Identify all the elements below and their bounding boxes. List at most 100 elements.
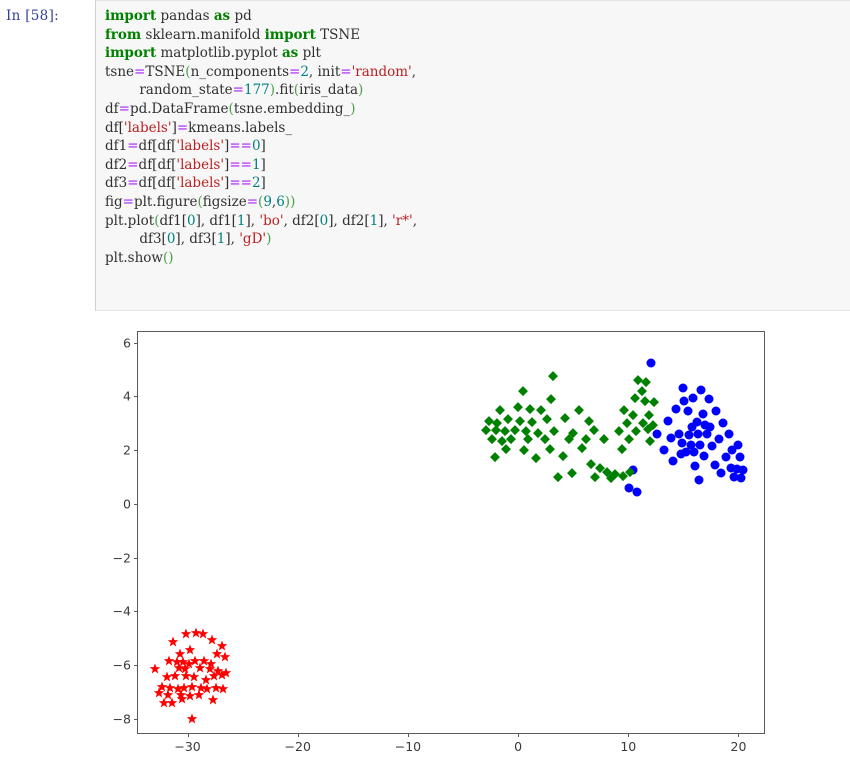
scatter-point-df3 — [501, 444, 511, 454]
scatter-point-df3 — [546, 394, 556, 404]
notebook-code-cell[interactable]: In [58]: import pandas as pd from sklearn… — [0, 0, 850, 312]
scatter-point-df3 — [527, 417, 538, 427]
code-token: df2 — [105, 156, 128, 173]
code-token: 0 — [319, 212, 329, 229]
y-axis-tick — [134, 342, 138, 344]
code-token: = — [232, 82, 244, 99]
code-token: , init — [308, 63, 341, 80]
scatter-point-df3 — [490, 452, 500, 462]
scatter-point-df1 — [687, 422, 697, 432]
scatter-point-df3 — [517, 386, 528, 396]
code-token: import — [105, 8, 157, 24]
code-token: iris_data — [299, 82, 358, 99]
scatter-point-df1 — [696, 385, 706, 395]
y-axis-tick-label: −2 — [112, 550, 131, 566]
code-token: pd — [230, 8, 252, 24]
code-token: = — [134, 63, 146, 80]
scatter-point-df3 — [648, 397, 659, 407]
x-axis-tick — [518, 733, 520, 737]
scatter-point-df2 — [184, 644, 196, 656]
code-token: = — [246, 193, 259, 210]
code-line: plt.show() — [105, 249, 417, 268]
scatter-point-df3 — [630, 392, 640, 403]
code-token: figsize — [202, 193, 247, 210]
scatter-point-df1 — [698, 409, 708, 419]
scatter-point-df3 — [641, 376, 651, 387]
source-code[interactable]: import pandas as pd from sklearn.manifold… — [105, 7, 417, 267]
scatter-point-df1 — [688, 393, 698, 403]
scatter-point-df1 — [724, 429, 734, 439]
code-token: ], df2[ — [328, 212, 370, 229]
code-line: df['labels']=kmeans.labels_ — [105, 119, 417, 138]
scatter-point-df3 — [545, 444, 555, 454]
code-line: import matplotlib.pyplot as plt — [105, 44, 417, 63]
x-axis-tick-label: −20 — [284, 739, 311, 754]
code-token: df[ — [105, 119, 124, 136]
code-token: 177 — [243, 82, 270, 99]
code-token: 6 — [276, 193, 285, 210]
code-line: df=pd.DataFrame(tsne.embedding_) — [105, 100, 417, 119]
code-input-area[interactable]: import pandas as pd from sklearn.manifold… — [95, 0, 850, 311]
code-token: matplotlib.pyplot — [156, 45, 282, 62]
scatter-point-df1 — [652, 429, 662, 439]
code-token: fig — [105, 193, 123, 210]
code-token: 'r*' — [392, 212, 413, 229]
code-line: df3[0], df3[1], 'gD') — [105, 230, 417, 249]
scatter-point-df1 — [671, 404, 681, 414]
x-axis-tick-label: 0 — [514, 739, 523, 754]
code-line: df2=df[df['labels']==1] — [105, 156, 417, 175]
scatter-point-df3 — [644, 410, 655, 421]
cell-execution-prompt: In [58]: — [6, 8, 59, 24]
scatter-point-df3 — [619, 405, 629, 415]
scatter-point-df3 — [590, 472, 601, 482]
scatter-point-df1 — [678, 383, 688, 393]
code-token: 2 — [300, 63, 309, 80]
code-token: ) — [266, 231, 272, 248]
scatter-point-df3 — [549, 426, 560, 437]
scatter-point-df1 — [711, 406, 721, 416]
code-token: 1 — [236, 212, 246, 229]
code-token: df[df[ — [138, 175, 177, 192]
scatter-point-df3 — [506, 434, 517, 445]
scatter-point-df3 — [622, 418, 633, 429]
code-token: plt.plot — [105, 212, 155, 229]
x-axis-tick — [628, 733, 630, 737]
y-axis-tick-label: −6 — [112, 657, 131, 673]
code-token: 'random' — [351, 63, 412, 80]
scatter-point-df3 — [539, 434, 550, 445]
scatter-point-df1 — [666, 433, 676, 443]
code-token: df1 — [105, 138, 128, 155]
scatter-point-df3 — [614, 426, 625, 437]
scatter-point-df3 — [515, 415, 526, 426]
x-axis-tick-label: 10 — [620, 739, 637, 754]
scatter-point-df2 — [217, 683, 229, 695]
scatter-point-df3 — [636, 386, 647, 396]
y-axis-tick — [134, 611, 138, 613]
code-token: as — [213, 8, 231, 24]
y-axis-tick-label: 6 — [123, 335, 131, 351]
x-axis-tick — [187, 733, 189, 737]
scatter-point-df3 — [558, 450, 569, 461]
y-axis-tick — [134, 503, 138, 505]
code-token: 9 — [263, 193, 272, 210]
code-token: plt — [298, 45, 321, 62]
code-token: = — [340, 63, 352, 80]
code-token: df[df[ — [138, 156, 177, 173]
code-token: = — [122, 193, 134, 210]
code-token: 'labels' — [176, 138, 225, 155]
scatter-point-df3 — [486, 434, 497, 445]
scatter-point-df2 — [219, 651, 231, 663]
scatter-point-df3 — [536, 405, 547, 415]
code-token: import — [105, 45, 157, 62]
code-token: ], — [245, 212, 260, 229]
code-token: plt.show — [105, 249, 163, 266]
code-token: random_state — [105, 82, 233, 99]
code-token: 0 — [251, 138, 261, 155]
code-token: = — [118, 100, 130, 117]
scatter-point-df2 — [201, 674, 212, 685]
scatter-point-df3 — [523, 434, 533, 445]
scatter-point-df1 — [646, 358, 656, 368]
x-axis-tick-label: −30 — [174, 739, 201, 754]
notebook-page: In [58]: import pandas as pd from sklearn… — [0, 0, 850, 760]
code-token: , — [412, 212, 417, 229]
